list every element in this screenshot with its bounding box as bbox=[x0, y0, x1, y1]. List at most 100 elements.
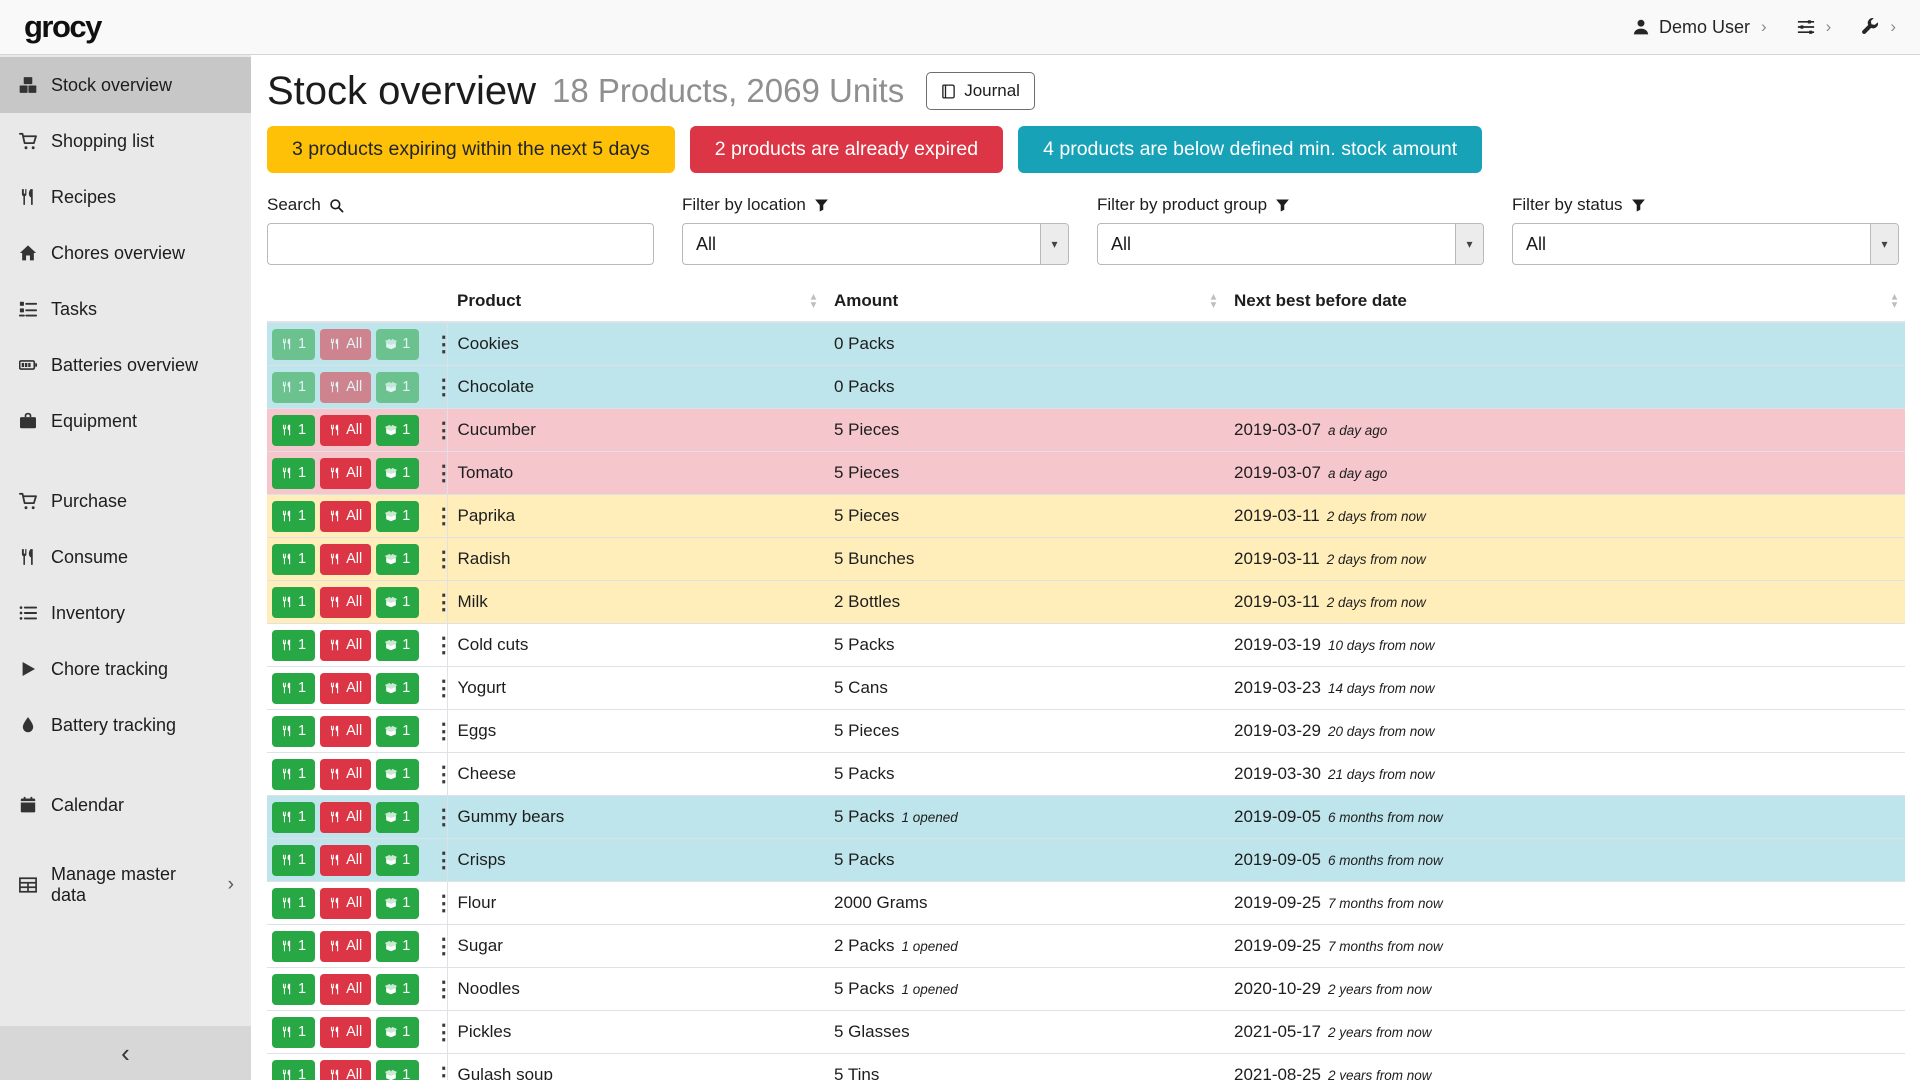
sidebar-item-chores-overview[interactable]: Chores overview bbox=[0, 225, 251, 281]
row-menu-kebab-icon[interactable]: ⋮ bbox=[433, 635, 454, 656]
consume-one-button[interactable]: 1 bbox=[272, 1060, 315, 1080]
row-menu-kebab-icon[interactable]: ⋮ bbox=[433, 678, 454, 699]
sidebar-item-batteries-overview[interactable]: Batteries overview bbox=[0, 337, 251, 393]
sort-icon[interactable]: ▴▾ bbox=[1892, 294, 1897, 310]
consume-all-button[interactable]: All bbox=[320, 544, 371, 575]
sidebar-item-recipes[interactable]: Recipes bbox=[0, 169, 251, 225]
row-menu-kebab-icon[interactable]: ⋮ bbox=[433, 807, 454, 828]
column-header-next-best-before-date[interactable]: Next best before date▴▾ bbox=[1224, 283, 1905, 322]
consume-one-button[interactable]: 1 bbox=[272, 716, 315, 747]
user-menu[interactable]: Demo User › bbox=[1632, 17, 1767, 38]
consume-all-button[interactable]: All bbox=[320, 372, 371, 403]
status-filter-select[interactable]: All ▾ bbox=[1512, 223, 1899, 265]
row-menu-kebab-icon[interactable]: ⋮ bbox=[433, 549, 454, 570]
open-one-button[interactable]: 1 bbox=[376, 888, 419, 919]
collapse-sidebar-button[interactable]: ‹ bbox=[0, 1026, 251, 1080]
row-menu-kebab-icon[interactable]: ⋮ bbox=[433, 721, 454, 742]
consume-all-button[interactable]: All bbox=[320, 329, 371, 360]
consume-one-button[interactable]: 1 bbox=[272, 802, 315, 833]
row-menu-kebab-icon[interactable]: ⋮ bbox=[433, 850, 454, 871]
consume-all-button[interactable]: All bbox=[320, 1060, 371, 1080]
product-group-filter-select[interactable]: All ▾ bbox=[1097, 223, 1484, 265]
open-one-button[interactable]: 1 bbox=[376, 458, 419, 489]
consume-all-button[interactable]: All bbox=[320, 759, 371, 790]
open-one-button[interactable]: 1 bbox=[376, 974, 419, 1005]
consume-one-button[interactable]: 1 bbox=[272, 329, 315, 360]
consume-one-button[interactable]: 1 bbox=[272, 501, 315, 532]
consume-one-button[interactable]: 1 bbox=[272, 372, 315, 403]
location-filter-select[interactable]: All ▾ bbox=[682, 223, 1069, 265]
column-header-amount[interactable]: Amount▴▾ bbox=[824, 283, 1224, 322]
open-one-button[interactable]: 1 bbox=[376, 372, 419, 403]
open-one-button[interactable]: 1 bbox=[376, 544, 419, 575]
sidebar-item-calendar[interactable]: Calendar bbox=[0, 777, 251, 833]
sort-icon[interactable]: ▴▾ bbox=[1211, 294, 1216, 310]
open-one-button[interactable]: 1 bbox=[376, 1017, 419, 1048]
sort-icon[interactable]: ▴▾ bbox=[811, 294, 816, 310]
consume-all-button[interactable]: All bbox=[320, 974, 371, 1005]
display-settings-menu[interactable]: › bbox=[1797, 17, 1832, 37]
consume-one-button[interactable]: 1 bbox=[272, 888, 315, 919]
open-one-button[interactable]: 1 bbox=[376, 759, 419, 790]
row-menu-kebab-icon[interactable]: ⋮ bbox=[433, 334, 454, 355]
open-one-button[interactable]: 1 bbox=[376, 329, 419, 360]
row-menu-kebab-icon[interactable]: ⋮ bbox=[433, 893, 454, 914]
consume-one-button[interactable]: 1 bbox=[272, 587, 315, 618]
row-menu-kebab-icon[interactable]: ⋮ bbox=[433, 377, 454, 398]
open-one-button[interactable]: 1 bbox=[376, 587, 419, 618]
open-one-button[interactable]: 1 bbox=[376, 931, 419, 962]
open-one-button[interactable]: 1 bbox=[376, 845, 419, 876]
consume-one-button[interactable]: 1 bbox=[272, 415, 315, 446]
sidebar-item-consume[interactable]: Consume bbox=[0, 529, 251, 585]
sidebar-item-purchase[interactable]: Purchase bbox=[0, 473, 251, 529]
column-header-product[interactable]: Product▴▾ bbox=[447, 283, 824, 322]
open-one-button[interactable]: 1 bbox=[376, 802, 419, 833]
open-one-button[interactable]: 1 bbox=[376, 501, 419, 532]
row-menu-kebab-icon[interactable]: ⋮ bbox=[433, 592, 454, 613]
row-menu-kebab-icon[interactable]: ⋮ bbox=[433, 764, 454, 785]
consume-one-button[interactable]: 1 bbox=[272, 1017, 315, 1048]
sidebar-item-chore-tracking[interactable]: Chore tracking bbox=[0, 641, 251, 697]
sidebar-item-inventory[interactable]: Inventory bbox=[0, 585, 251, 641]
consume-one-button[interactable]: 1 bbox=[272, 544, 315, 575]
row-menu-kebab-icon[interactable]: ⋮ bbox=[433, 1065, 454, 1080]
alert-danger[interactable]: 2 products are already expired bbox=[690, 126, 1003, 173]
consume-one-button[interactable]: 1 bbox=[272, 673, 315, 704]
alert-info[interactable]: 4 products are below defined min. stock … bbox=[1018, 126, 1482, 173]
consume-all-button[interactable]: All bbox=[320, 888, 371, 919]
open-one-button[interactable]: 1 bbox=[376, 716, 419, 747]
consume-one-button[interactable]: 1 bbox=[272, 630, 315, 661]
sidebar-item-equipment[interactable]: Equipment bbox=[0, 393, 251, 449]
consume-all-button[interactable]: All bbox=[320, 802, 371, 833]
open-one-button[interactable]: 1 bbox=[376, 1060, 419, 1080]
row-menu-kebab-icon[interactable]: ⋮ bbox=[433, 1022, 454, 1043]
consume-one-button[interactable]: 1 bbox=[272, 931, 315, 962]
consume-all-button[interactable]: All bbox=[320, 716, 371, 747]
consume-all-button[interactable]: All bbox=[320, 501, 371, 532]
consume-one-button[interactable]: 1 bbox=[272, 845, 315, 876]
sidebar-item-shopping-list[interactable]: Shopping list bbox=[0, 113, 251, 169]
consume-all-button[interactable]: All bbox=[320, 845, 371, 876]
open-one-button[interactable]: 1 bbox=[376, 673, 419, 704]
consume-all-button[interactable]: All bbox=[320, 630, 371, 661]
journal-button[interactable]: Journal bbox=[926, 72, 1035, 110]
consume-all-button[interactable]: All bbox=[320, 458, 371, 489]
row-menu-kebab-icon[interactable]: ⋮ bbox=[433, 506, 454, 527]
consume-all-button[interactable]: All bbox=[320, 415, 371, 446]
consume-one-button[interactable]: 1 bbox=[272, 974, 315, 1005]
consume-all-button[interactable]: All bbox=[320, 1017, 371, 1048]
sidebar-item-stock-overview[interactable]: Stock overview bbox=[0, 57, 251, 113]
alert-warning[interactable]: 3 products expiring within the next 5 da… bbox=[267, 126, 675, 173]
open-one-button[interactable]: 1 bbox=[376, 415, 419, 446]
consume-all-button[interactable]: All bbox=[320, 931, 371, 962]
consume-all-button[interactable]: All bbox=[320, 673, 371, 704]
row-menu-kebab-icon[interactable]: ⋮ bbox=[433, 936, 454, 957]
open-one-button[interactable]: 1 bbox=[376, 630, 419, 661]
row-menu-kebab-icon[interactable]: ⋮ bbox=[433, 463, 454, 484]
admin-menu[interactable]: › bbox=[1861, 17, 1896, 37]
row-menu-kebab-icon[interactable]: ⋮ bbox=[433, 420, 454, 441]
sidebar-item-tasks[interactable]: Tasks bbox=[0, 281, 251, 337]
consume-one-button[interactable]: 1 bbox=[272, 458, 315, 489]
consume-one-button[interactable]: 1 bbox=[272, 759, 315, 790]
sidebar-item-battery-tracking[interactable]: Battery tracking bbox=[0, 697, 251, 753]
